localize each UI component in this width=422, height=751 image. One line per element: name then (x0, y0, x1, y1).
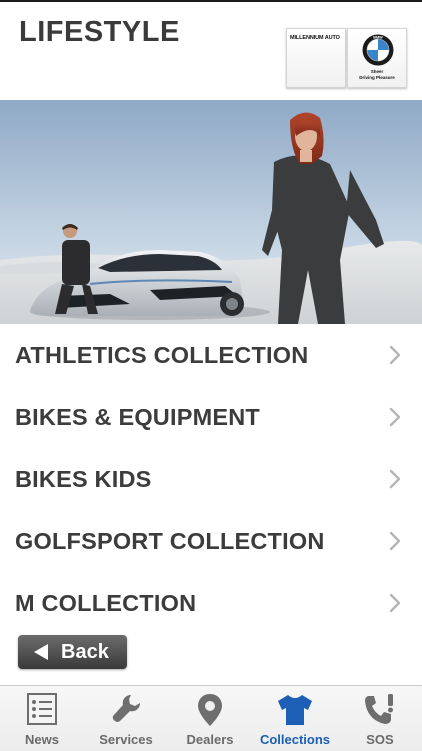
tshirt-icon (278, 695, 312, 725)
news-icon (27, 693, 57, 725)
tab-services[interactable]: Services (84, 686, 168, 751)
bmw-logo[interactable]: BMW Sheer Driving Pleasure (347, 28, 407, 88)
collection-label: M COLLECTION (15, 590, 197, 616)
chevron-right-icon (389, 469, 401, 489)
tab-label: Dealers (186, 732, 234, 747)
tab-label: Services (99, 732, 153, 747)
tab-label: Collections (259, 732, 331, 747)
page-title: LIFESTYLE (19, 16, 180, 48)
wrench-icon (112, 694, 141, 722)
tab-label: News (25, 732, 59, 747)
back-arrow-icon (34, 644, 48, 660)
tab-sos[interactable]: SOS (338, 686, 422, 751)
bmw-roundel-icon: BMW (362, 34, 394, 66)
chevron-right-icon (389, 345, 401, 365)
tab-label: SOS (366, 732, 394, 747)
tab-collections[interactable]: Collections (252, 686, 338, 751)
phone-alert-icon (365, 694, 393, 724)
lifestyle-hero-image (0, 100, 422, 324)
bmw-letters: BMW (373, 36, 383, 40)
collections-list: ATHLETICS COLLECTION BIKES & EQUIPMENT B… (0, 324, 422, 634)
tab-dealers[interactable]: Dealers (168, 686, 252, 751)
dealer-logo[interactable]: MILLENNIUM AUTO (286, 28, 346, 88)
collection-item-m-collection[interactable]: M COLLECTION (0, 572, 422, 634)
bmw-tagline-2: Driving Pleasure (359, 75, 395, 80)
back-button[interactable]: Back (18, 635, 127, 669)
collection-label: BIKES & EQUIPMENT (15, 404, 260, 430)
chevron-right-icon (389, 407, 401, 427)
lifestyle-photo (0, 100, 422, 324)
collection-item-bikes-kids[interactable]: BIKES KIDS (0, 448, 422, 510)
tab-bar: News Services Dealers Collections SOS (0, 685, 422, 751)
chevron-right-icon (389, 531, 401, 551)
tab-news[interactable]: News (0, 686, 84, 751)
header: LIFESTYLE MILLENNIUM AUTO BMW Sheer Driv… (0, 2, 422, 100)
collection-item-golfsport[interactable]: GOLFSPORT COLLECTION (0, 510, 422, 572)
back-button-label: Back (61, 641, 109, 663)
collection-label: ATHLETICS COLLECTION (15, 342, 309, 368)
dealer-logo-text: MILLENNIUM AUTO (290, 35, 340, 41)
collection-label: GOLFSPORT COLLECTION (15, 528, 325, 554)
collection-item-athletics[interactable]: ATHLETICS COLLECTION (0, 324, 422, 386)
map-pin-icon (198, 694, 222, 726)
collection-label: BIKES KIDS (15, 466, 152, 492)
collection-item-bikes-equipment[interactable]: BIKES & EQUIPMENT (0, 386, 422, 448)
chevron-right-icon (389, 593, 401, 613)
